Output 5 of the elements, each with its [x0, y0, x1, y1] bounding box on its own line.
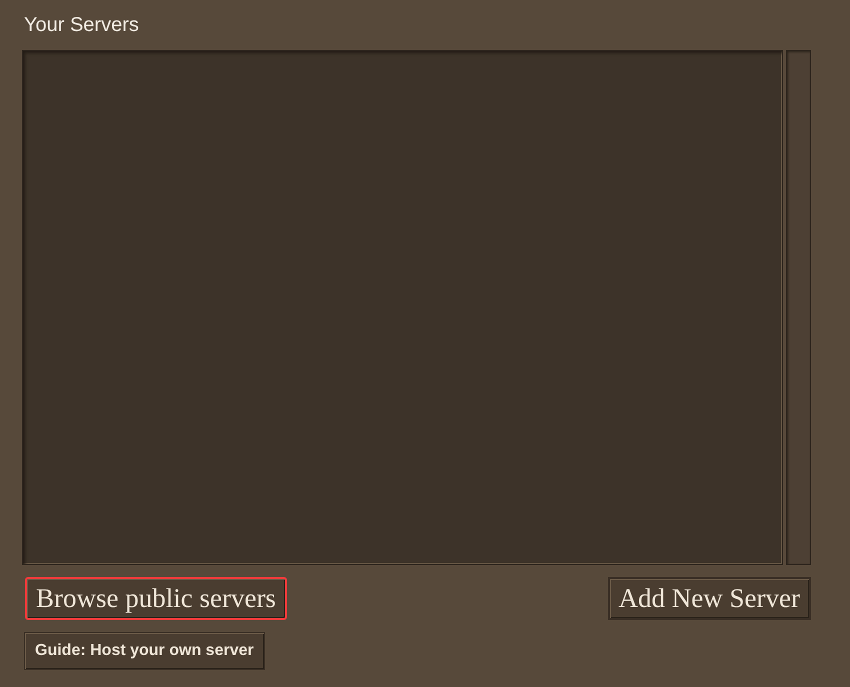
panel-title: Your Servers: [24, 13, 140, 38]
guide-button[interactable]: Guide: Host your own server: [24, 632, 265, 670]
server-button[interactable]: Browse public servers: [25, 577, 287, 620]
server-button[interactable]: Add New Server: [608, 577, 811, 620]
scrollbar-track[interactable]: [786, 50, 811, 565]
